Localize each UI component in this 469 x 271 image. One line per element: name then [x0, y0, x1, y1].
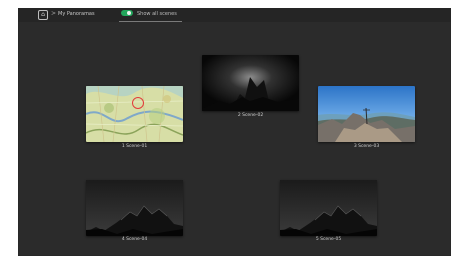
scene-card-1[interactable] — [86, 86, 183, 142]
summit-landscape-thumbnail — [318, 86, 415, 142]
mountain-range-thumbnail — [280, 180, 377, 236]
app-window: ⌂ > My Panoramas Show all scenes 1 Scene… — [18, 8, 451, 256]
scene-caption-4: 4 Scene-04 — [121, 237, 148, 242]
map-location-marker-icon — [132, 97, 144, 109]
scene-caption-5: 5 Scene-05 — [315, 237, 342, 242]
scene-caption-2: 2 Scene-02 — [237, 113, 264, 118]
toggle-label: Show all scenes — [137, 11, 177, 17]
dark-night-mountain-thumbnail — [202, 55, 299, 111]
scene-card-5[interactable] — [280, 180, 377, 236]
scene-card-3[interactable] — [318, 86, 415, 142]
breadcrumb-separator: > — [51, 10, 57, 17]
mountain-range-thumbnail — [86, 180, 183, 236]
breadcrumb[interactable]: My Panoramas — [58, 10, 95, 18]
home-icon[interactable]: ⌂ — [38, 10, 48, 20]
scene-caption-3: 3 Scene-03 — [353, 144, 380, 149]
toggle-switch[interactable] — [121, 10, 133, 16]
scene-caption-1: 1 Scene-01 — [121, 144, 148, 149]
toggle-knob — [127, 11, 131, 15]
map-thumbnail — [86, 86, 183, 142]
active-tab-underline — [119, 21, 182, 22]
scene-card-2[interactable] — [202, 55, 299, 111]
top-bar: ⌂ > My Panoramas Show all scenes — [18, 8, 451, 22]
scene-card-4[interactable] — [86, 180, 183, 236]
